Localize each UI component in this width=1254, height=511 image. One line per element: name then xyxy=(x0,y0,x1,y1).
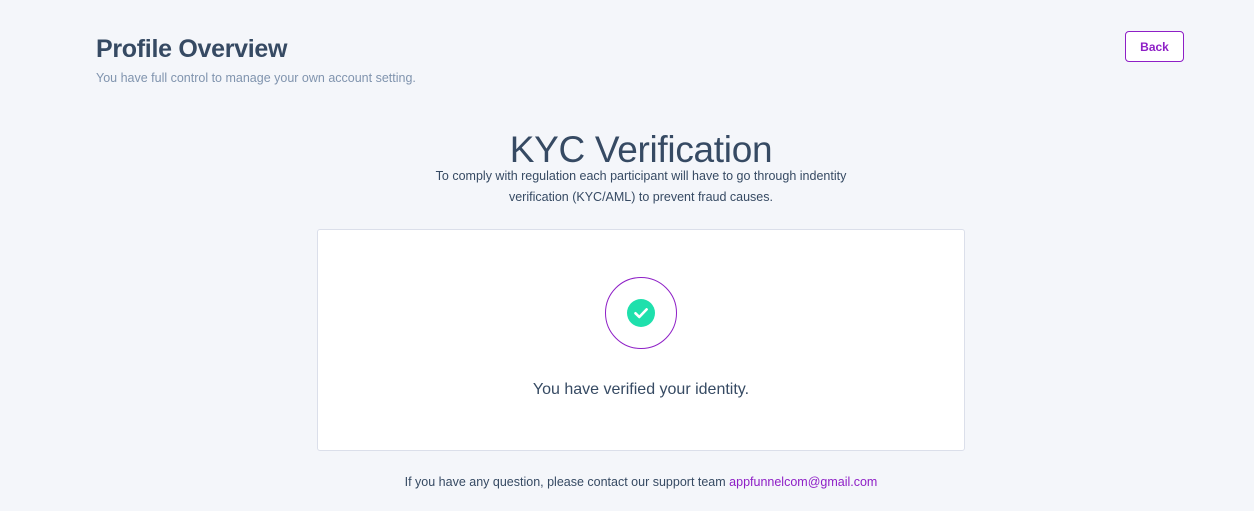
verification-status-card: You have verified your identity. xyxy=(317,229,965,451)
support-text: If you have any question, please contact… xyxy=(404,475,726,489)
kyc-description: To comply with regulation each participa… xyxy=(435,168,847,204)
support-line: If you have any question, please contact… xyxy=(0,473,1254,491)
page-subtitle: You have full control to manage your own… xyxy=(96,70,416,85)
page-title: Profile Overview xyxy=(96,34,288,63)
verification-status-message: You have verified your identity. xyxy=(532,381,750,398)
support-email-link[interactable]: appfunnelcom@gmail.com xyxy=(729,475,877,489)
back-button[interactable]: Back xyxy=(1125,31,1184,62)
check-circle-icon xyxy=(627,299,655,327)
status-ring xyxy=(605,277,677,349)
